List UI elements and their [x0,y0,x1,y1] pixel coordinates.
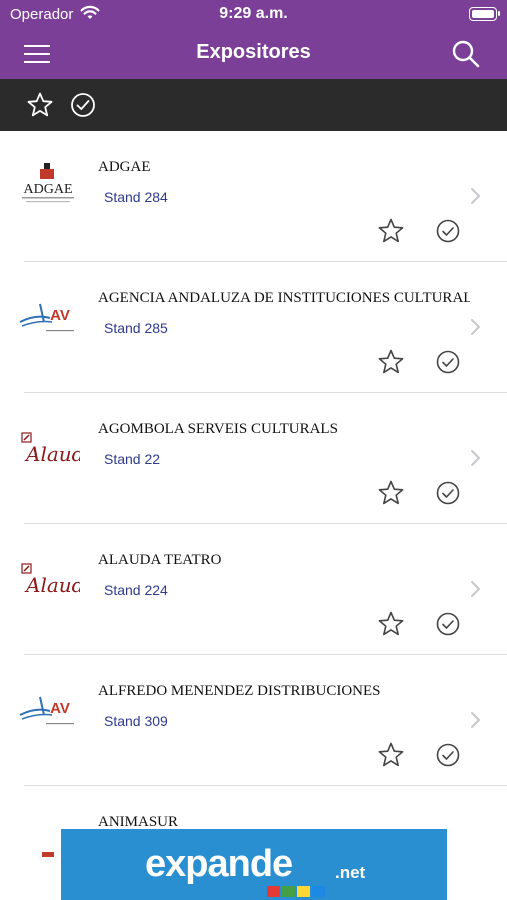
favorite-star-icon[interactable] [377,610,405,638]
ad-brand: expande [145,843,293,885]
exhibitor-stand: Stand 309 [104,713,168,729]
exhibitor-name: AGOMBOLA SERVEIS CULTURALS [98,421,338,437]
exhibitor-stand: Stand 284 [104,189,168,205]
clock: 9:29 a.m. [219,5,288,22]
visited-filter-check-circle-icon[interactable] [69,91,97,119]
exhibitor-row[interactable]: Alauda ALAUDA TEATRO Stand 224 [0,524,507,655]
svg-text:Alauda: Alauda [24,442,80,466]
exhibitor-stand: Stand 224 [104,582,168,598]
visited-check-circle-icon[interactable] [435,218,461,244]
chevron-right-icon [471,319,480,335]
aaiicc-logo: AV [19,303,74,332]
page-title: Expositores [196,41,311,63]
favorite-star-icon[interactable] [377,741,405,769]
alauda-logo: Alauda [21,432,80,466]
status-bar: Operador 9:29 a.m. [0,0,507,30]
ad-color-squares-icon [267,886,325,897]
alauda-logo: Alauda [21,563,80,597]
chevron-right-icon [471,712,480,728]
exhibitor-stand: Stand 22 [104,451,161,467]
exhibitor-row[interactable]: ADGAE ADGAE Stand 284 [0,131,507,262]
visited-check-circle-icon[interactable] [435,349,461,375]
chevron-right-icon [471,188,480,204]
adgae-logo: ADGAE [22,163,74,203]
svg-text:Alauda: Alauda [24,573,80,597]
favorite-star-icon[interactable] [377,479,405,507]
exhibitor-row[interactable]: Alauda AGOMBOLA SERVEIS CULTURALS Stand … [0,393,507,524]
visited-check-circle-icon[interactable] [435,480,461,506]
visited-check-circle-icon[interactable] [435,742,461,768]
exhibitor-row[interactable]: AV ALFREDO MENENDEZ DISTRIBUCIONES Stand… [0,655,507,786]
chevron-right-icon [471,581,480,597]
nav-bar: Expositores [0,30,507,79]
favorite-star-icon[interactable] [377,217,405,245]
ad-banner[interactable]: expande .net [61,829,447,900]
svg-text:AV: AV [50,700,70,717]
favorite-star-icon[interactable] [377,348,405,376]
favorites-filter-star-icon[interactable] [26,91,54,119]
filter-bar [0,79,507,131]
chevron-right-icon [471,450,480,466]
exhibitor-stand: Stand 285 [104,320,168,336]
exhibitor-name: ALFREDO MENENDEZ DISTRIBUCIONES [98,683,381,699]
exhibitor-name: ALAUDA TEATRO [98,552,222,568]
search-icon[interactable] [451,39,481,69]
battery-icon [469,7,500,21]
svg-text:ADGAE: ADGAE [24,182,73,197]
exhibitor-row[interactable]: AV AGENCIA ANDALUZA DE INSTITUCIONES CUL… [0,262,507,393]
svg-text:AV: AV [50,307,70,324]
aaiicc-logo: AV [19,696,74,725]
exhibitor-name: AGENCIA ANDALUZA DE INSTITUCIONES CULTUR… [98,290,470,306]
visited-check-circle-icon[interactable] [435,611,461,637]
ad-suffix: .net [335,863,366,882]
exhibitor-name: ADGAE [98,159,151,175]
